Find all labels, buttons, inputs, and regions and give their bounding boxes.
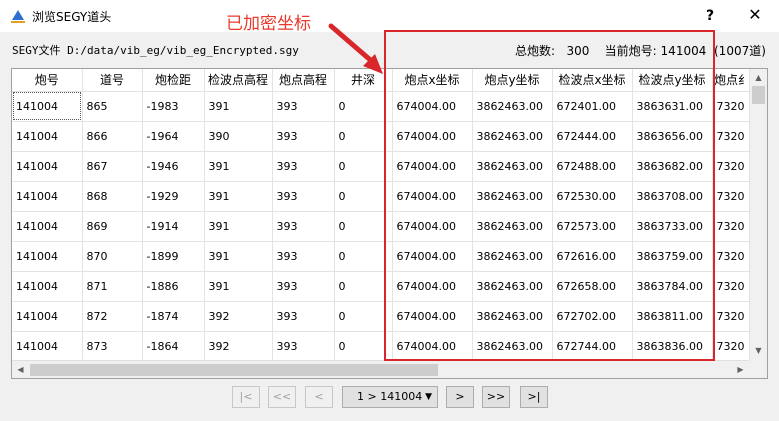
file-label: SEGY文件 [12,44,61,57]
table-cell[interactable]: 391 [204,91,273,122]
table-cell[interactable]: 7320 [712,301,753,332]
trace-count: (1007道) [714,44,766,58]
column-header[interactable]: 炮号 [12,69,83,92]
table-cell[interactable]: -1929 [142,181,205,212]
table-cell[interactable]: 872 [82,301,143,332]
table-cell[interactable]: 391 [204,211,273,242]
table-cell[interactable]: 141004 [12,181,83,212]
file-path: D:/data/vib_eg/vib_eg_Encrypted.sgy [67,44,299,57]
scroll-right-arrow-icon[interactable]: ▶ [732,361,749,378]
table-cell[interactable]: -1886 [142,271,205,302]
table-cell[interactable]: 391 [204,241,273,272]
table-cell[interactable]: 393 [272,91,335,122]
annotation-arrow-icon [328,23,383,74]
annotation-label: 已加密坐标 [226,14,311,34]
table-cell[interactable]: 873 [82,331,143,362]
column-header[interactable]: 检波点高程 [204,69,273,92]
scroll-left-arrow-icon[interactable]: ◀ [12,361,29,378]
title-bar: 浏览SEGY道头 已加密坐标 ? ✕ [0,0,779,34]
table-cell[interactable]: 7320 [712,121,753,152]
table-cell[interactable]: 141004 [12,91,83,122]
table-cell[interactable]: -1964 [142,121,205,152]
column-header[interactable]: 炮检距 [142,69,205,92]
table-cell[interactable]: -1899 [142,241,205,272]
table-cell[interactable]: -1864 [142,331,205,362]
encrypted-coordinates-highlight [384,30,715,361]
table-cell[interactable]: 7320 [712,151,753,182]
file-info: SEGY文件 D:/data/vib_eg/vib_eg_Encrypted.s… [12,42,299,58]
table-cell[interactable]: 870 [82,241,143,272]
table-cell[interactable]: 392 [204,331,273,362]
horizontal-scrollbar[interactable]: ◀ ▶ [12,360,749,378]
table-cell[interactable]: 141004 [12,331,83,362]
prev-page-button[interactable]: < [305,386,333,408]
table-cell[interactable]: 141004 [12,151,83,182]
scroll-corner [749,360,767,378]
table-cell[interactable]: 393 [272,151,335,182]
close-button[interactable]: ✕ [744,4,766,26]
table-cell[interactable]: 393 [272,181,335,212]
table-cell[interactable]: 393 [272,241,335,272]
table-cell[interactable]: 141004 [12,211,83,242]
table-cell[interactable]: 7320 [712,181,753,212]
page-dropdown[interactable]: 1 > 141004 ▼ [342,386,438,408]
page-dropdown-value: 1 > 141004 [357,390,423,403]
horizontal-scroll-thumb[interactable] [30,364,438,376]
table-cell[interactable]: 393 [272,301,335,332]
table-cell[interactable]: 391 [204,271,273,302]
scroll-up-arrow-icon[interactable]: ▲ [750,69,767,86]
table-cell[interactable]: 393 [272,211,335,242]
table-cell[interactable]: -1874 [142,301,205,332]
table-cell[interactable]: 141004 [12,241,83,272]
app-icon [11,10,25,23]
table-cell[interactable]: 7320 [712,241,753,272]
column-header[interactable]: 炮点纟 [712,69,753,92]
vertical-scrollbar[interactable]: ▲ ▼ [749,69,767,360]
window-title: 浏览SEGY道头 [32,10,112,24]
table-cell[interactable]: 871 [82,271,143,302]
next-block-button[interactable]: >> [482,386,510,408]
table-cell[interactable]: -1983 [142,91,205,122]
table-cell[interactable]: 141004 [12,121,83,152]
chevron-down-icon: ▼ [425,392,432,402]
table-cell[interactable]: 868 [82,181,143,212]
table-cell[interactable]: 866 [82,121,143,152]
table-cell[interactable]: 393 [272,121,335,152]
table-cell[interactable]: 7320 [712,91,753,122]
table-cell[interactable]: 141004 [12,271,83,302]
table-cell[interactable]: 390 [204,121,273,152]
table-cell[interactable]: 392 [204,301,273,332]
table-cell[interactable]: 869 [82,211,143,242]
table-cell[interactable]: 393 [272,271,335,302]
table-cell[interactable]: -1946 [142,151,205,182]
table-cell[interactable]: 7320 [712,331,753,362]
last-page-button[interactable]: >| [520,386,548,408]
table-cell[interactable]: 393 [272,331,335,362]
table-cell[interactable]: 867 [82,151,143,182]
help-button[interactable]: ? [700,6,720,26]
table-cell[interactable]: 7320 [712,271,753,302]
vertical-scroll-thumb[interactable] [752,86,765,104]
table-cell[interactable]: 865 [82,91,143,122]
next-page-button[interactable]: > [446,386,474,408]
table-cell[interactable]: 7320 [712,211,753,242]
first-page-button[interactable]: |< [232,386,260,408]
table-cell[interactable]: -1914 [142,211,205,242]
scroll-down-arrow-icon[interactable]: ▼ [750,342,767,359]
table-cell[interactable]: 391 [204,181,273,212]
table-cell[interactable]: 391 [204,151,273,182]
table-cell[interactable]: 141004 [12,301,83,332]
prev-block-button[interactable]: << [268,386,296,408]
column-header[interactable]: 道号 [82,69,143,92]
